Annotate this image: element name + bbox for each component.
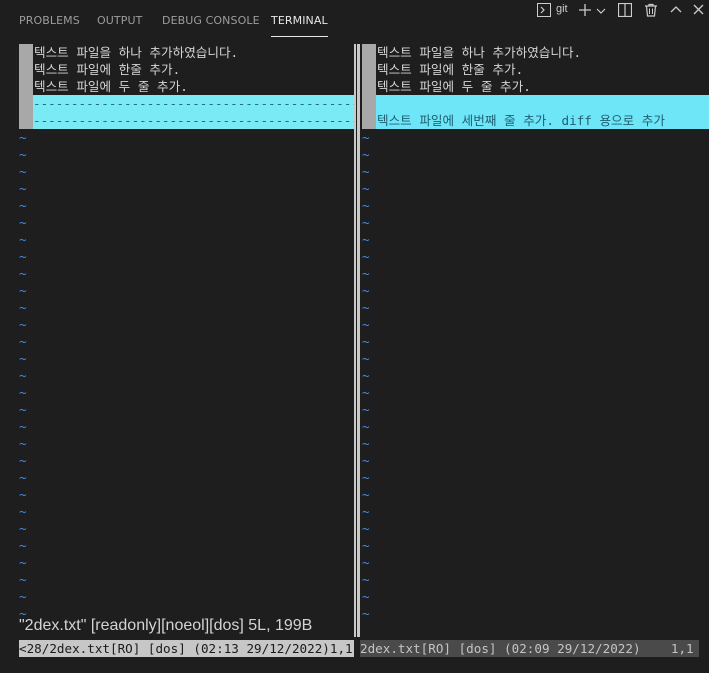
panel-tab-bar: PROBLEMS OUTPUT DEBUG CONSOLE TERMINAL g… <box>0 0 709 40</box>
empty-line-tilde: ~ <box>19 436 27 451</box>
tab-terminal[interactable]: TERMINAL <box>271 14 328 37</box>
terminal-icon <box>537 3 551 17</box>
right-line-3: 텍스트 파일에 두 줄 추가. <box>377 79 531 94</box>
left-sign-column <box>19 44 33 61</box>
right-sign-column <box>362 44 376 61</box>
empty-line-tilde: ~ <box>362 351 370 366</box>
left-line-2: 텍스트 파일에 한줄 추가. <box>34 62 181 77</box>
empty-line-tilde: ~ <box>19 317 27 332</box>
terminal-vimdiff[interactable]: 텍스트 파일을 하나 추가하였습니다. 텍스트 파일에 한줄 추가. 텍스트 파… <box>0 40 709 673</box>
tab-output[interactable]: OUTPUT <box>97 14 142 27</box>
empty-line-tilde: ~ <box>362 147 370 162</box>
empty-line-tilde: ~ <box>19 266 27 281</box>
empty-line-tilde: ~ <box>19 419 27 434</box>
split-icon <box>618 3 632 17</box>
tab-problems[interactable]: PROBLEMS <box>19 14 80 27</box>
empty-line-tilde: ~ <box>19 487 27 502</box>
empty-line-tilde: ~ <box>362 130 370 145</box>
empty-line-tilde: ~ <box>362 419 370 434</box>
empty-line-tilde: ~ <box>19 249 27 264</box>
empty-line-tilde: ~ <box>19 300 27 315</box>
empty-line-tilde: ~ <box>362 606 370 621</box>
right-sign-column <box>362 61 376 78</box>
empty-line-tilde: ~ <box>19 351 27 366</box>
filler-dashes: ----------------------------------------… <box>33 96 354 111</box>
empty-line-tilde: ~ <box>362 283 370 298</box>
empty-line-tilde: ~ <box>362 232 370 247</box>
empty-line-tilde: ~ <box>19 555 27 570</box>
empty-line-tilde: ~ <box>362 249 370 264</box>
empty-line-tilde: ~ <box>19 589 27 604</box>
tab-debug-console[interactable]: DEBUG CONSOLE <box>162 14 260 27</box>
empty-line-tilde: ~ <box>19 215 27 230</box>
chevron-up-icon <box>670 6 682 13</box>
chevron-down-icon <box>596 8 606 14</box>
empty-line-tilde: ~ <box>362 402 370 417</box>
left-sign-column <box>19 78 33 95</box>
right-line-1: 텍스트 파일을 하나 추가하였습니다. <box>377 45 582 60</box>
left-status-line: <28/2dex.txt[RO] [dos] (02:13 29/12/2022… <box>19 640 354 657</box>
right-diff-added: 텍스트 파일에 세번째 줄 추가. diff 용으로 추가 <box>376 95 709 129</box>
empty-line-tilde: ~ <box>362 487 370 502</box>
empty-line-tilde: ~ <box>19 334 27 349</box>
empty-line-tilde: ~ <box>362 368 370 383</box>
empty-line-tilde: ~ <box>19 164 27 179</box>
empty-line-tilde: ~ <box>19 368 27 383</box>
empty-line-tilde: ~ <box>362 385 370 400</box>
empty-line-tilde: ~ <box>362 453 370 468</box>
empty-line-tilde: ~ <box>362 317 370 332</box>
empty-line-tilde: ~ <box>362 300 370 315</box>
terminal-name: git <box>556 3 568 15</box>
right-line-2: 텍스트 파일에 한줄 추가. <box>377 62 524 77</box>
empty-line-tilde: ~ <box>19 283 27 298</box>
empty-line-tilde: ~ <box>19 232 27 247</box>
left-line-1: 텍스트 파일을 하나 추가하였습니다. <box>34 45 239 60</box>
empty-line-tilde: ~ <box>19 402 27 417</box>
vertical-split-divider[interactable] <box>354 44 360 637</box>
empty-line-tilde: ~ <box>19 385 27 400</box>
right-status-line: 2dex.txt[RO] [dos] (02:09 29/12/2022) 1,… <box>360 640 699 657</box>
empty-line-tilde: ~ <box>362 334 370 349</box>
left-sign-column <box>19 61 33 78</box>
empty-line-tilde: ~ <box>19 453 27 468</box>
trash-icon <box>645 3 657 17</box>
empty-line-tilde: ~ <box>19 521 27 536</box>
empty-line-tilde: ~ <box>362 504 370 519</box>
vim-command-line: "2dex.txt" [readonly][noeol][dos] 5L, 19… <box>19 617 313 634</box>
empty-line-tilde: ~ <box>362 164 370 179</box>
plus-icon <box>579 4 591 16</box>
empty-line-tilde: ~ <box>19 198 27 213</box>
empty-line-tilde: ~ <box>362 436 370 451</box>
empty-line-tilde: ~ <box>362 572 370 587</box>
left-sign-column <box>19 95 33 112</box>
close-icon <box>693 4 704 15</box>
empty-line-tilde: ~ <box>362 589 370 604</box>
left-diff-filler: ----------------------------------------… <box>33 95 354 129</box>
empty-line-tilde: ~ <box>362 470 370 485</box>
empty-line-tilde: ~ <box>362 538 370 553</box>
left-line-3: 텍스트 파일에 두 줄 추가. <box>34 79 188 94</box>
right-sign-column <box>362 95 376 112</box>
empty-line-tilde: ~ <box>19 470 27 485</box>
empty-line-tilde: ~ <box>362 555 370 570</box>
right-sign-column <box>362 78 376 95</box>
right-sign-column <box>362 112 376 129</box>
filler-dashes: ----------------------------------------… <box>33 113 354 128</box>
empty-line-tilde: ~ <box>362 521 370 536</box>
empty-line-tilde: ~ <box>362 266 370 281</box>
empty-line-tilde: ~ <box>19 504 27 519</box>
empty-line-tilde: ~ <box>19 572 27 587</box>
empty-line-tilde: ~ <box>19 147 27 162</box>
empty-line-tilde: ~ <box>19 538 27 553</box>
left-sign-column <box>19 112 33 129</box>
empty-line-tilde: ~ <box>362 198 370 213</box>
empty-line-tilde: ~ <box>19 130 27 145</box>
empty-line-tilde: ~ <box>19 181 27 196</box>
empty-line-tilde: ~ <box>362 181 370 196</box>
right-added-line: 텍스트 파일에 세번째 줄 추가. diff 용으로 추가 <box>377 113 665 128</box>
empty-line-tilde: ~ <box>362 215 370 230</box>
